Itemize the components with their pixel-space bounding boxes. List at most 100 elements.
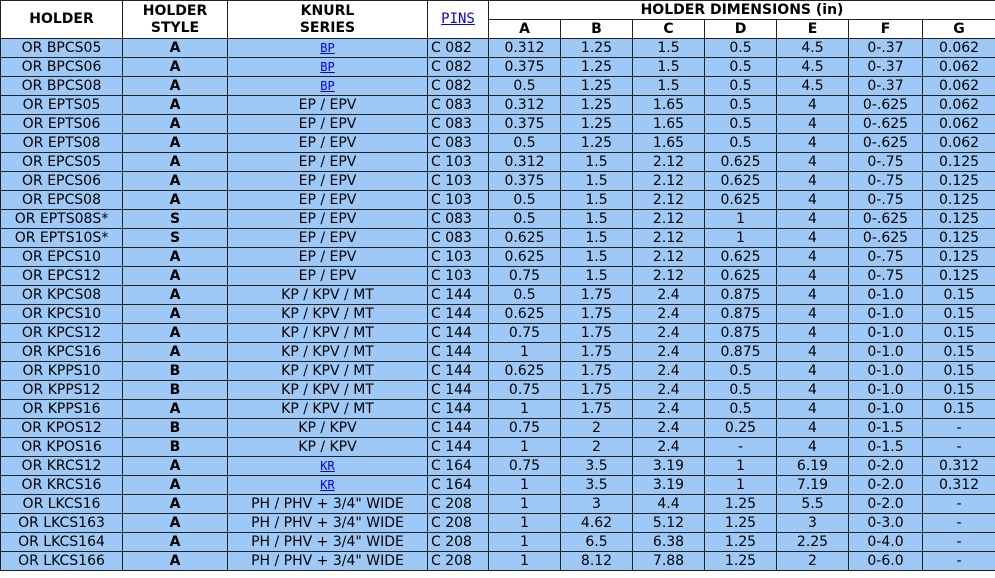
dim-cell-e: 4: [776, 380, 849, 400]
dim-cell-d: 0.875: [704, 342, 777, 362]
holder-cell: OR KPCS08: [0, 285, 123, 305]
series-link[interactable]: BP: [320, 41, 334, 55]
series-cell[interactable]: KR: [227, 456, 428, 476]
holder-cell: OR EPCS10: [0, 247, 123, 267]
dim-cell-d: 1.25: [704, 532, 777, 552]
holder-style-header: HOLDER STYLE: [122, 0, 228, 39]
dim-cell-c: 6.38: [632, 532, 705, 552]
pins-cell: C 103: [427, 266, 489, 286]
style-cell: A: [122, 456, 228, 476]
dim-cell-f: 0-.75: [848, 152, 923, 172]
dim-cell-c: 2.4: [632, 418, 705, 438]
dim-cell-b: 1.5: [560, 209, 633, 229]
dim-cell-g: 0.15: [921, 304, 995, 324]
holder-header: HOLDER: [0, 0, 123, 39]
style-cell: A: [122, 475, 228, 495]
table-row: OR LKCS163 A PH / PHV + 3/4" WIDE C 208 1 4.6…: [0, 513, 995, 533]
series-cell: KP / KPV / MT: [227, 323, 428, 343]
series-cell: EP / EPV: [227, 152, 428, 172]
dim-cell-g: 0.15: [921, 323, 995, 343]
series-cell[interactable]: BP: [227, 38, 428, 58]
dim-cell-a: 0.5: [488, 76, 561, 96]
style-cell: A: [122, 323, 228, 343]
dim-cell-f: 0-1.0: [848, 323, 923, 343]
pins-header[interactable]: PINS: [427, 0, 489, 39]
series-cell[interactable]: KR: [227, 475, 428, 495]
series-cell: KP / KPV / MT: [227, 399, 428, 419]
dim-cell-c: 1.5: [632, 38, 705, 58]
holder-cell: OR EPTS06: [0, 114, 123, 134]
dim-cell-b: 1.25: [560, 95, 633, 115]
series-cell: EP / EPV: [227, 95, 428, 115]
dim-cell-g: -: [921, 418, 995, 438]
pins-cell: C 103: [427, 152, 489, 172]
dim-cell-e: 4: [776, 304, 849, 324]
dim-header-f: F: [848, 19, 923, 39]
dim-cell-e: 4: [776, 114, 849, 134]
dim-cell-g: 0.062: [921, 57, 995, 77]
dim-cell-f: 0-4.0: [848, 532, 923, 552]
series-link[interactable]: KR: [320, 459, 334, 473]
dim-cell-e: 7.19: [776, 475, 849, 495]
dim-cell-c: 2.4: [632, 380, 705, 400]
table-row: OR EPCS06 A EP / EPV C 103 0.375 1.5 2.12 0.625…: [0, 171, 995, 191]
dim-cell-c: 1.65: [632, 133, 705, 153]
dim-cell-f: 0-.75: [848, 190, 923, 210]
holder-cell: OR EPCS12: [0, 266, 123, 286]
dim-cell-f: 0-1.0: [848, 342, 923, 362]
table-row: OR BPCS05 A BP C 082 0.312 1.25 1.5 0.5 4.5 0-.37…: [0, 38, 995, 58]
dim-cell-c: 2.12: [632, 171, 705, 191]
dim-cell-b: 1.25: [560, 133, 633, 153]
pins-cell: C 164: [427, 456, 489, 476]
holder-cell: OR KRCS12: [0, 456, 123, 476]
dim-header-b: B: [560, 19, 633, 39]
dim-cell-a: 1: [488, 399, 561, 419]
pins-cell: C 083: [427, 209, 489, 229]
dim-cell-b: 1.75: [560, 304, 633, 324]
table-row: OR KPCS16 A KP / KPV / MT C 144 1 1.75 2.4 0.87…: [0, 342, 995, 362]
series-link[interactable]: BP: [320, 60, 334, 74]
series-link[interactable]: BP: [320, 79, 334, 93]
series-cell: PH / PHV + 3/4" WIDE: [227, 513, 428, 533]
dim-cell-c: 4.4: [632, 494, 705, 514]
dim-cell-g: 0.125: [921, 247, 995, 267]
holder-cell: OR KPOS16: [0, 437, 123, 457]
style-cell: B: [122, 418, 228, 438]
dim-cell-f: 0-.75: [848, 171, 923, 191]
holder-cell: OR LKCS16: [0, 494, 123, 514]
series-cell[interactable]: BP: [227, 57, 428, 77]
dim-cell-d: 0.625: [704, 266, 777, 286]
pins-link[interactable]: PINS: [441, 11, 475, 27]
dim-cell-g: 0.125: [921, 209, 995, 229]
style-cell: A: [122, 133, 228, 153]
dim-cell-f: 0-.75: [848, 247, 923, 267]
dim-cell-f: 0-.625: [848, 114, 923, 134]
series-cell: PH / PHV + 3/4" WIDE: [227, 532, 428, 552]
dim-cell-f: 0-3.0: [848, 513, 923, 533]
style-cell: A: [122, 171, 228, 191]
dim-cell-g: 0.125: [921, 228, 995, 248]
pins-cell: C 164: [427, 475, 489, 495]
dim-cell-e: 4.5: [776, 38, 849, 58]
dim-cell-g: 0.15: [921, 285, 995, 305]
dim-cell-e: 4: [776, 209, 849, 229]
dim-cell-c: 7.88: [632, 551, 705, 571]
dim-cell-c: 2.4: [632, 399, 705, 419]
dim-cell-c: 2.12: [632, 152, 705, 172]
dim-cell-b: 1.5: [560, 228, 633, 248]
dim-cell-a: 0.375: [488, 57, 561, 77]
dim-cell-e: 4: [776, 190, 849, 210]
dim-cell-d: 0.875: [704, 323, 777, 343]
table-row: OR KPOS12 B KP / KPV C 144 0.75 2 2.4 0.25 4 0-1.…: [0, 418, 995, 438]
dim-cell-f: 0-2.0: [848, 494, 923, 514]
dim-cell-f: 0-1.5: [848, 418, 923, 438]
dim-cell-f: 0-.625: [848, 228, 923, 248]
style-cell: A: [122, 532, 228, 552]
dim-header-c: C: [632, 19, 705, 39]
series-link[interactable]: KR: [320, 478, 334, 492]
pins-cell: C 144: [427, 304, 489, 324]
dim-cell-e: 4: [776, 399, 849, 419]
series-cell[interactable]: BP: [227, 76, 428, 96]
series-cell: EP / EPV: [227, 247, 428, 267]
table-row: OR LKCS16 A PH / PHV + 3/4" WIDE C 208 1 3 4.4…: [0, 494, 995, 514]
